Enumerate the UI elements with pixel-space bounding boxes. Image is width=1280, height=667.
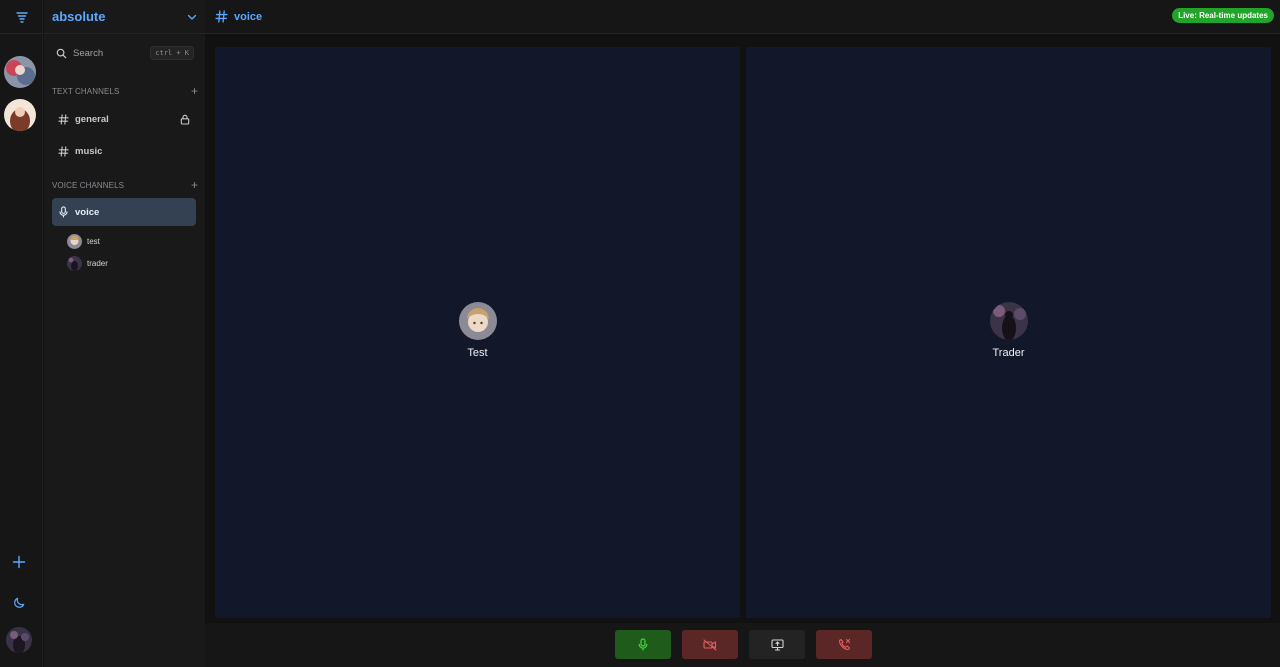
channel-voice[interactable]: voice (52, 198, 196, 226)
screen-share-button[interactable] (749, 630, 805, 659)
channel-music[interactable]: music (52, 137, 196, 165)
hash-icon (58, 113, 69, 125)
participant-name: Test (467, 347, 488, 359)
participant-avatar (458, 302, 497, 340)
channel-header: voice Live: Real-time updates (205, 0, 1280, 34)
server-rail (0, 0, 43, 667)
filter-list-icon (15, 11, 28, 23)
server-name: absolute (52, 9, 106, 24)
microphone-icon (638, 638, 648, 651)
text-channels-header: TEXT CHANNELS + (52, 84, 198, 98)
add-server-button[interactable] (5, 548, 33, 576)
voice-stage: Test Trader (205, 35, 1280, 623)
participant-avatar (989, 302, 1028, 340)
channel-sidebar: absolute Search ctrl + K TEXT CHANNELS +… (44, 0, 205, 667)
camera-toggle-button[interactable] (682, 630, 738, 659)
call-controls (205, 623, 1280, 667)
section-label: VOICE CHANNELS (52, 180, 125, 190)
voice-member-test[interactable]: test (67, 233, 100, 249)
server-header[interactable]: absolute (44, 0, 205, 34)
channel-name: voice (75, 206, 100, 218)
search-button[interactable]: Search ctrl + K (52, 42, 198, 64)
participant-tile-trader: Trader (746, 47, 1271, 618)
participant-name: Trader (992, 347, 1025, 359)
participant-tile-test: Test (215, 47, 740, 618)
voice-member-trader[interactable]: trader (67, 255, 108, 271)
voice-channels-header: VOICE CHANNELS + (52, 178, 198, 192)
microphone-icon (59, 206, 68, 218)
section-label: TEXT CHANNELS (52, 86, 120, 96)
screen-share-icon (770, 638, 784, 651)
theme-toggle-button[interactable] (5, 588, 33, 616)
hash-icon (215, 10, 228, 23)
phone-hangup-icon (838, 638, 850, 651)
search-shortcut: ctrl + K (150, 46, 194, 60)
channel-title: voice (234, 10, 263, 23)
channel-name: music (75, 145, 103, 157)
member-avatar (67, 255, 82, 271)
live-status-badge: Live: Real-time updates (1172, 8, 1274, 23)
search-label: Search (73, 47, 104, 59)
lock-icon (180, 114, 190, 125)
chevron-down-icon[interactable] (187, 12, 197, 22)
add-text-channel-icon[interactable]: + (191, 85, 198, 97)
leave-call-button[interactable] (816, 630, 872, 659)
channel-name: general (75, 113, 109, 125)
plus-icon (12, 555, 26, 569)
mute-toggle-button[interactable] (615, 630, 671, 659)
member-name: test (87, 236, 100, 246)
moon-icon (13, 597, 24, 608)
add-voice-channel-icon[interactable]: + (191, 179, 198, 191)
server-avatar-2[interactable] (4, 99, 36, 131)
channel-general[interactable]: general (52, 105, 196, 133)
server-avatar-1[interactable] (4, 56, 36, 88)
member-name: trader (87, 258, 108, 268)
search-icon (56, 48, 67, 58)
rail-menu-button[interactable] (0, 0, 43, 34)
camera-off-icon (703, 638, 717, 651)
member-avatar (67, 233, 82, 249)
hash-icon (58, 145, 69, 157)
user-avatar[interactable] (6, 627, 32, 653)
